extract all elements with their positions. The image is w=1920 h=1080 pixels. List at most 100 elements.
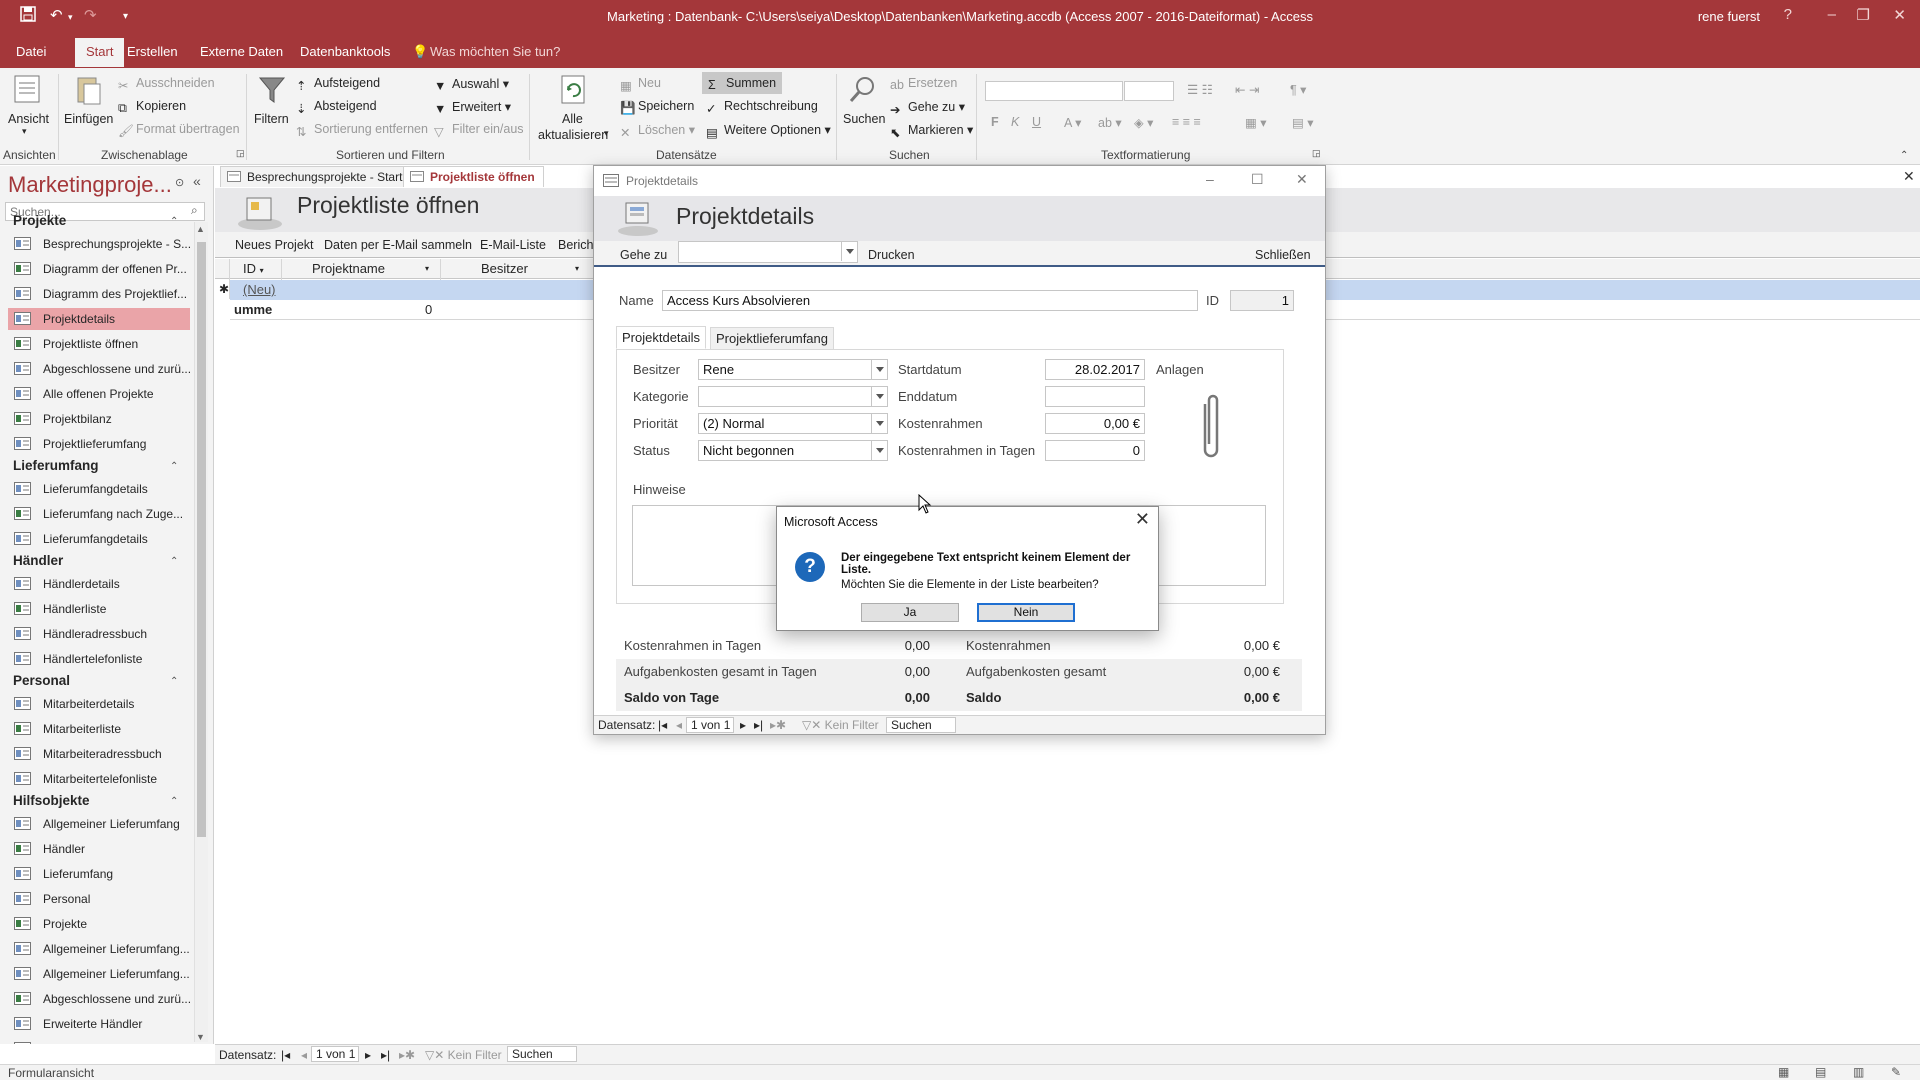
nav-item[interactable]: Händlerdetails	[8, 573, 190, 595]
nav-group-header[interactable]: Hilfsobjekte	[13, 793, 90, 808]
name-field[interactable]: Access Kurs Absolvieren	[662, 290, 1198, 311]
collapse-group-icon[interactable]: ⌃	[170, 556, 178, 567]
minimize-icon[interactable]: –	[1206, 171, 1214, 187]
tab-projektdetails[interactable]: Projektdetails	[616, 326, 707, 349]
goto-combo[interactable]	[678, 241, 858, 263]
yes-button[interactable]: Ja	[861, 603, 959, 622]
refresh-all-label-2[interactable]: aktualisieren	[538, 128, 608, 142]
new-record-nav-icon[interactable]: ▸✱	[399, 1048, 415, 1062]
email-list-link[interactable]: E-Mail-Liste	[480, 238, 546, 252]
last-record-icon[interactable]: ▸|	[754, 718, 763, 732]
nav-item[interactable]: Besprechungsprojekte - S...	[8, 233, 190, 255]
find-icon[interactable]	[848, 74, 878, 106]
next-record-icon[interactable]: ▸	[740, 718, 746, 732]
nav-item[interactable]: Händleradressbuch	[8, 623, 190, 645]
paste-icon[interactable]	[74, 74, 104, 106]
align-icons[interactable]: ≡ ≡ ≡	[1172, 115, 1201, 129]
fill-color-icon[interactable]: ◈ ▾	[1134, 115, 1153, 130]
filter-button[interactable]: Filtern	[254, 112, 289, 126]
nav-item[interactable]: Händlertelefonliste	[8, 648, 190, 670]
font-size-box[interactable]	[1124, 81, 1174, 101]
record-search-input[interactable]: Suchen	[507, 1046, 577, 1062]
collapse-group-icon[interactable]: ⌃	[170, 461, 178, 472]
nav-group-header[interactable]: Personal	[13, 673, 70, 688]
nav-group-header[interactable]: Lieferumfang	[13, 458, 99, 473]
form-no-filter-button[interactable]: ▽✕ Kein Filter	[802, 718, 879, 732]
design-view-icon[interactable]: ✎	[1891, 1065, 1901, 1079]
col-projektname-header[interactable]: Projektname	[312, 261, 385, 276]
form-search-input[interactable]: Suchen	[886, 717, 956, 733]
collapse-group-icon[interactable]: ⌃	[170, 676, 178, 687]
form-window-titlebar[interactable]: Projektdetails – ☐ ✕	[594, 166, 1325, 196]
form-view-icon[interactable]: ▦	[1778, 1065, 1789, 1079]
paperclip-icon[interactable]	[1197, 394, 1221, 462]
startdatum-field[interactable]: 28.02.2017	[1045, 359, 1145, 380]
close-icon[interactable]: ✕	[1296, 171, 1308, 188]
close-icon[interactable]: ✕	[1893, 6, 1906, 24]
new-record-nav-icon[interactable]: ▸✱	[770, 718, 786, 732]
print-button[interactable]: Drucken	[868, 248, 915, 262]
enddatum-field[interactable]	[1045, 386, 1145, 407]
tab-externe-daten[interactable]: Externe Daten	[200, 44, 283, 59]
kategorie-combo[interactable]	[698, 386, 888, 407]
prioritaet-dropdown-icon[interactable]	[871, 414, 887, 433]
new-record-button[interactable]: ▦ Neu	[620, 76, 661, 93]
nav-item[interactable]: Erweitertes Personal	[8, 1038, 190, 1044]
nav-item[interactable]: Lieferumfangdetails	[8, 528, 190, 550]
gridlines-icon[interactable]: ▦ ▾	[1245, 115, 1267, 130]
nav-item[interactable]: Projekte	[8, 913, 190, 935]
paste-button[interactable]: Einfügen	[64, 112, 113, 126]
goto-dropdown-icon[interactable]	[841, 242, 857, 261]
nav-item[interactable]: Händler	[8, 838, 190, 860]
last-record-icon[interactable]: ▸|	[381, 1048, 390, 1062]
nav-group-header[interactable]: Projekte	[13, 213, 66, 228]
sort-descending-button[interactable]: ⇣ Absteigend	[296, 99, 377, 116]
status-dropdown-icon[interactable]	[871, 441, 887, 460]
nav-item[interactable]: Mitarbeiteradressbuch	[8, 743, 190, 765]
cut-button[interactable]: ✂ Ausschneiden	[118, 76, 215, 93]
underline-icon[interactable]: U	[1032, 115, 1041, 129]
nav-item[interactable]: Projektdetails	[8, 308, 190, 330]
nav-item[interactable]: Projektliste öffnen	[8, 333, 190, 355]
collapse-nav-icon[interactable]: «	[193, 173, 201, 189]
bullets-icon[interactable]: ☰ ☷	[1187, 82, 1213, 97]
tab-datenbanktools[interactable]: Datenbanktools	[300, 44, 390, 59]
nav-item[interactable]: Händlerliste	[8, 598, 190, 620]
nav-item[interactable]: Lieferumfangdetails	[8, 478, 190, 500]
col-id-header[interactable]: ID ▾	[243, 261, 264, 276]
new-row-label[interactable]: (Neu)	[243, 282, 276, 297]
user-name[interactable]: rene fuerst	[1698, 9, 1760, 24]
kostenrahmen-field[interactable]: 0,00 €	[1045, 413, 1145, 434]
tab-datei[interactable]: Datei	[16, 44, 46, 59]
form-record-position[interactable]: 1 von 1	[686, 717, 734, 733]
more-options-button[interactable]: ▤ Weitere Optionen ▾	[706, 122, 831, 140]
nav-item[interactable]: Erweiterte Händler	[8, 1013, 190, 1035]
nav-item[interactable]: Diagramm des Projektlief...	[8, 283, 190, 305]
besitzer-combo[interactable]: Rene	[698, 359, 888, 380]
find-button[interactable]: Suchen	[843, 112, 885, 126]
first-record-icon[interactable]: |◂	[281, 1048, 290, 1062]
clipboard-launcher-icon[interactable]: ◲	[236, 148, 245, 159]
view-dropdown-icon[interactable]: ▾	[22, 126, 27, 137]
kategorie-dropdown-icon[interactable]	[871, 387, 887, 406]
dialog-close-icon[interactable]: ✕	[1135, 509, 1150, 530]
scroll-down-icon[interactable]: ▼	[196, 1032, 205, 1042]
goto-button[interactable]: ➔ Gehe zu ▾	[890, 99, 965, 117]
previous-record-icon[interactable]: ◂	[301, 1048, 307, 1062]
remove-sort-button[interactable]: ⇅ Sortierung entfernen	[296, 122, 428, 139]
nav-item[interactable]: Allgemeiner Lieferumfang...	[8, 963, 190, 985]
select-button[interactable]: ⬉ Markieren ▾	[890, 122, 973, 140]
indent-icon[interactable]: ⇤ ⇥	[1235, 82, 1259, 97]
collect-email-link[interactable]: Daten per E-Mail sammeln	[324, 238, 472, 252]
replace-button[interactable]: ab Ersetzen	[890, 76, 957, 92]
tell-me-box[interactable]: Was möchten Sie tun?	[430, 44, 560, 59]
bold-icon[interactable]: F	[991, 115, 999, 129]
font-name-box[interactable]	[985, 81, 1123, 101]
sort-dropdown-icon[interactable]: ▾	[575, 264, 579, 273]
collapse-group-icon[interactable]: ⌃	[170, 796, 178, 807]
save-record-button[interactable]: 💾 Speichern	[620, 99, 694, 115]
kostenrahmen-tage-field[interactable]: 0	[1045, 440, 1145, 461]
col-besitzer-header[interactable]: Besitzer	[481, 261, 528, 276]
refresh-icon[interactable]	[559, 74, 589, 106]
tab-projektlieferumfang[interactable]: Projektlieferumfang	[710, 327, 834, 350]
